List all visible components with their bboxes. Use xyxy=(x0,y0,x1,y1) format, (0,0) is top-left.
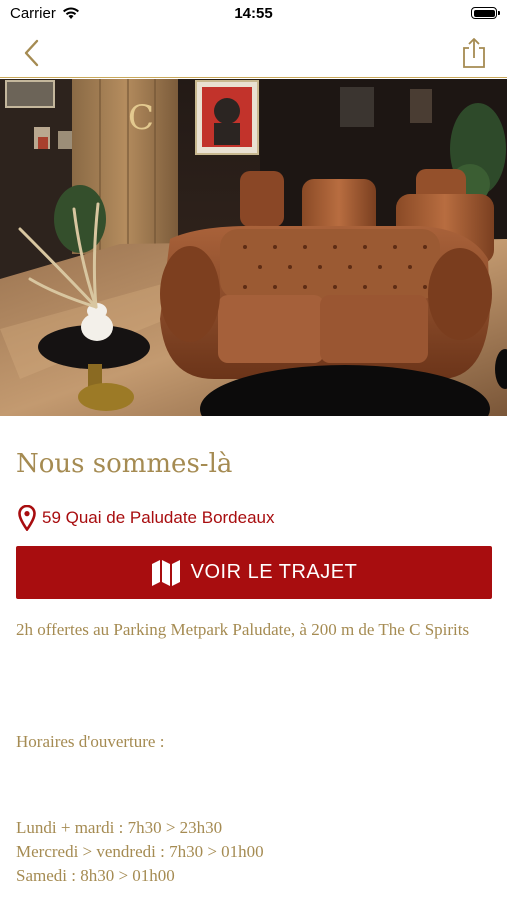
chevron-left-icon xyxy=(24,39,39,67)
battery-icon xyxy=(471,7,500,19)
opening-hours-list: Lundi + mardi : 7h30 > 23h30 Mercredi > … xyxy=(16,816,264,888)
back-button[interactable] xyxy=(18,37,48,69)
address-link[interactable]: 59 Quai de Paludate Bordeaux xyxy=(18,504,275,532)
share-button[interactable] xyxy=(459,36,489,70)
address-text: 59 Quai de Paludate Bordeaux xyxy=(42,508,275,527)
map-pin-icon xyxy=(18,505,36,531)
map-icon xyxy=(151,559,180,586)
hero-logo-letter: C xyxy=(128,98,154,138)
lounge-photo: C xyxy=(0,79,507,416)
parking-note: 2h offertes au Parking Metpark Paludate,… xyxy=(16,620,470,639)
navigation-bar xyxy=(0,28,507,78)
status-bar: Carrier 14:55 xyxy=(0,0,507,28)
hours-heading: Horaires d'ouverture : xyxy=(16,732,165,751)
share-icon xyxy=(463,38,485,68)
hours-line: Samedi : 8h30 > 01h00 xyxy=(16,866,175,885)
status-time: 14:55 xyxy=(234,5,273,22)
route-button-label: VOIR LE TRAJET xyxy=(190,561,358,583)
hero-image: C xyxy=(0,79,507,416)
hours-line: Lundi + mardi : 7h30 > 23h30 xyxy=(16,818,223,837)
hours-line: Mercredi > vendredi : 7h30 > 01h00 xyxy=(16,842,264,861)
route-button[interactable]: VOIR LE TRAJET xyxy=(16,546,492,599)
section-title: Nous sommes-là xyxy=(16,449,233,479)
